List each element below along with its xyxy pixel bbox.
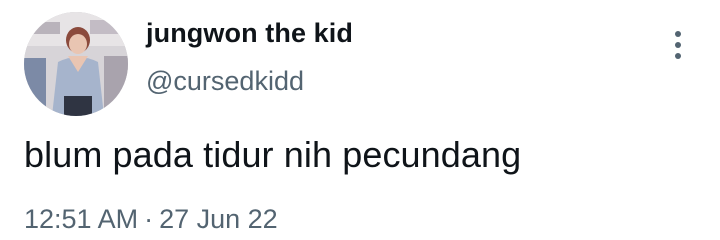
more-options-button[interactable]: [664, 28, 692, 62]
tweet-text: blum pada tidur nih pecundang: [24, 134, 522, 175]
avatar[interactable]: [24, 12, 128, 116]
tweet-date[interactable]: 27 Jun 22: [159, 204, 278, 234]
display-name[interactable]: jungwon the kid: [146, 18, 353, 49]
meta-separator: ·: [144, 204, 154, 234]
tweet-time[interactable]: 12:51 AM: [24, 204, 138, 234]
user-handle[interactable]: @cursedkidd: [146, 66, 304, 97]
more-vertical-icon: [675, 31, 681, 59]
tweet-card: jungwon the kid @cursedkidd blum pada ti…: [0, 0, 720, 240]
profile-photo-icon: [24, 12, 128, 116]
tweet-metadata: 12:51 AM · 27 Jun 22: [24, 204, 278, 235]
